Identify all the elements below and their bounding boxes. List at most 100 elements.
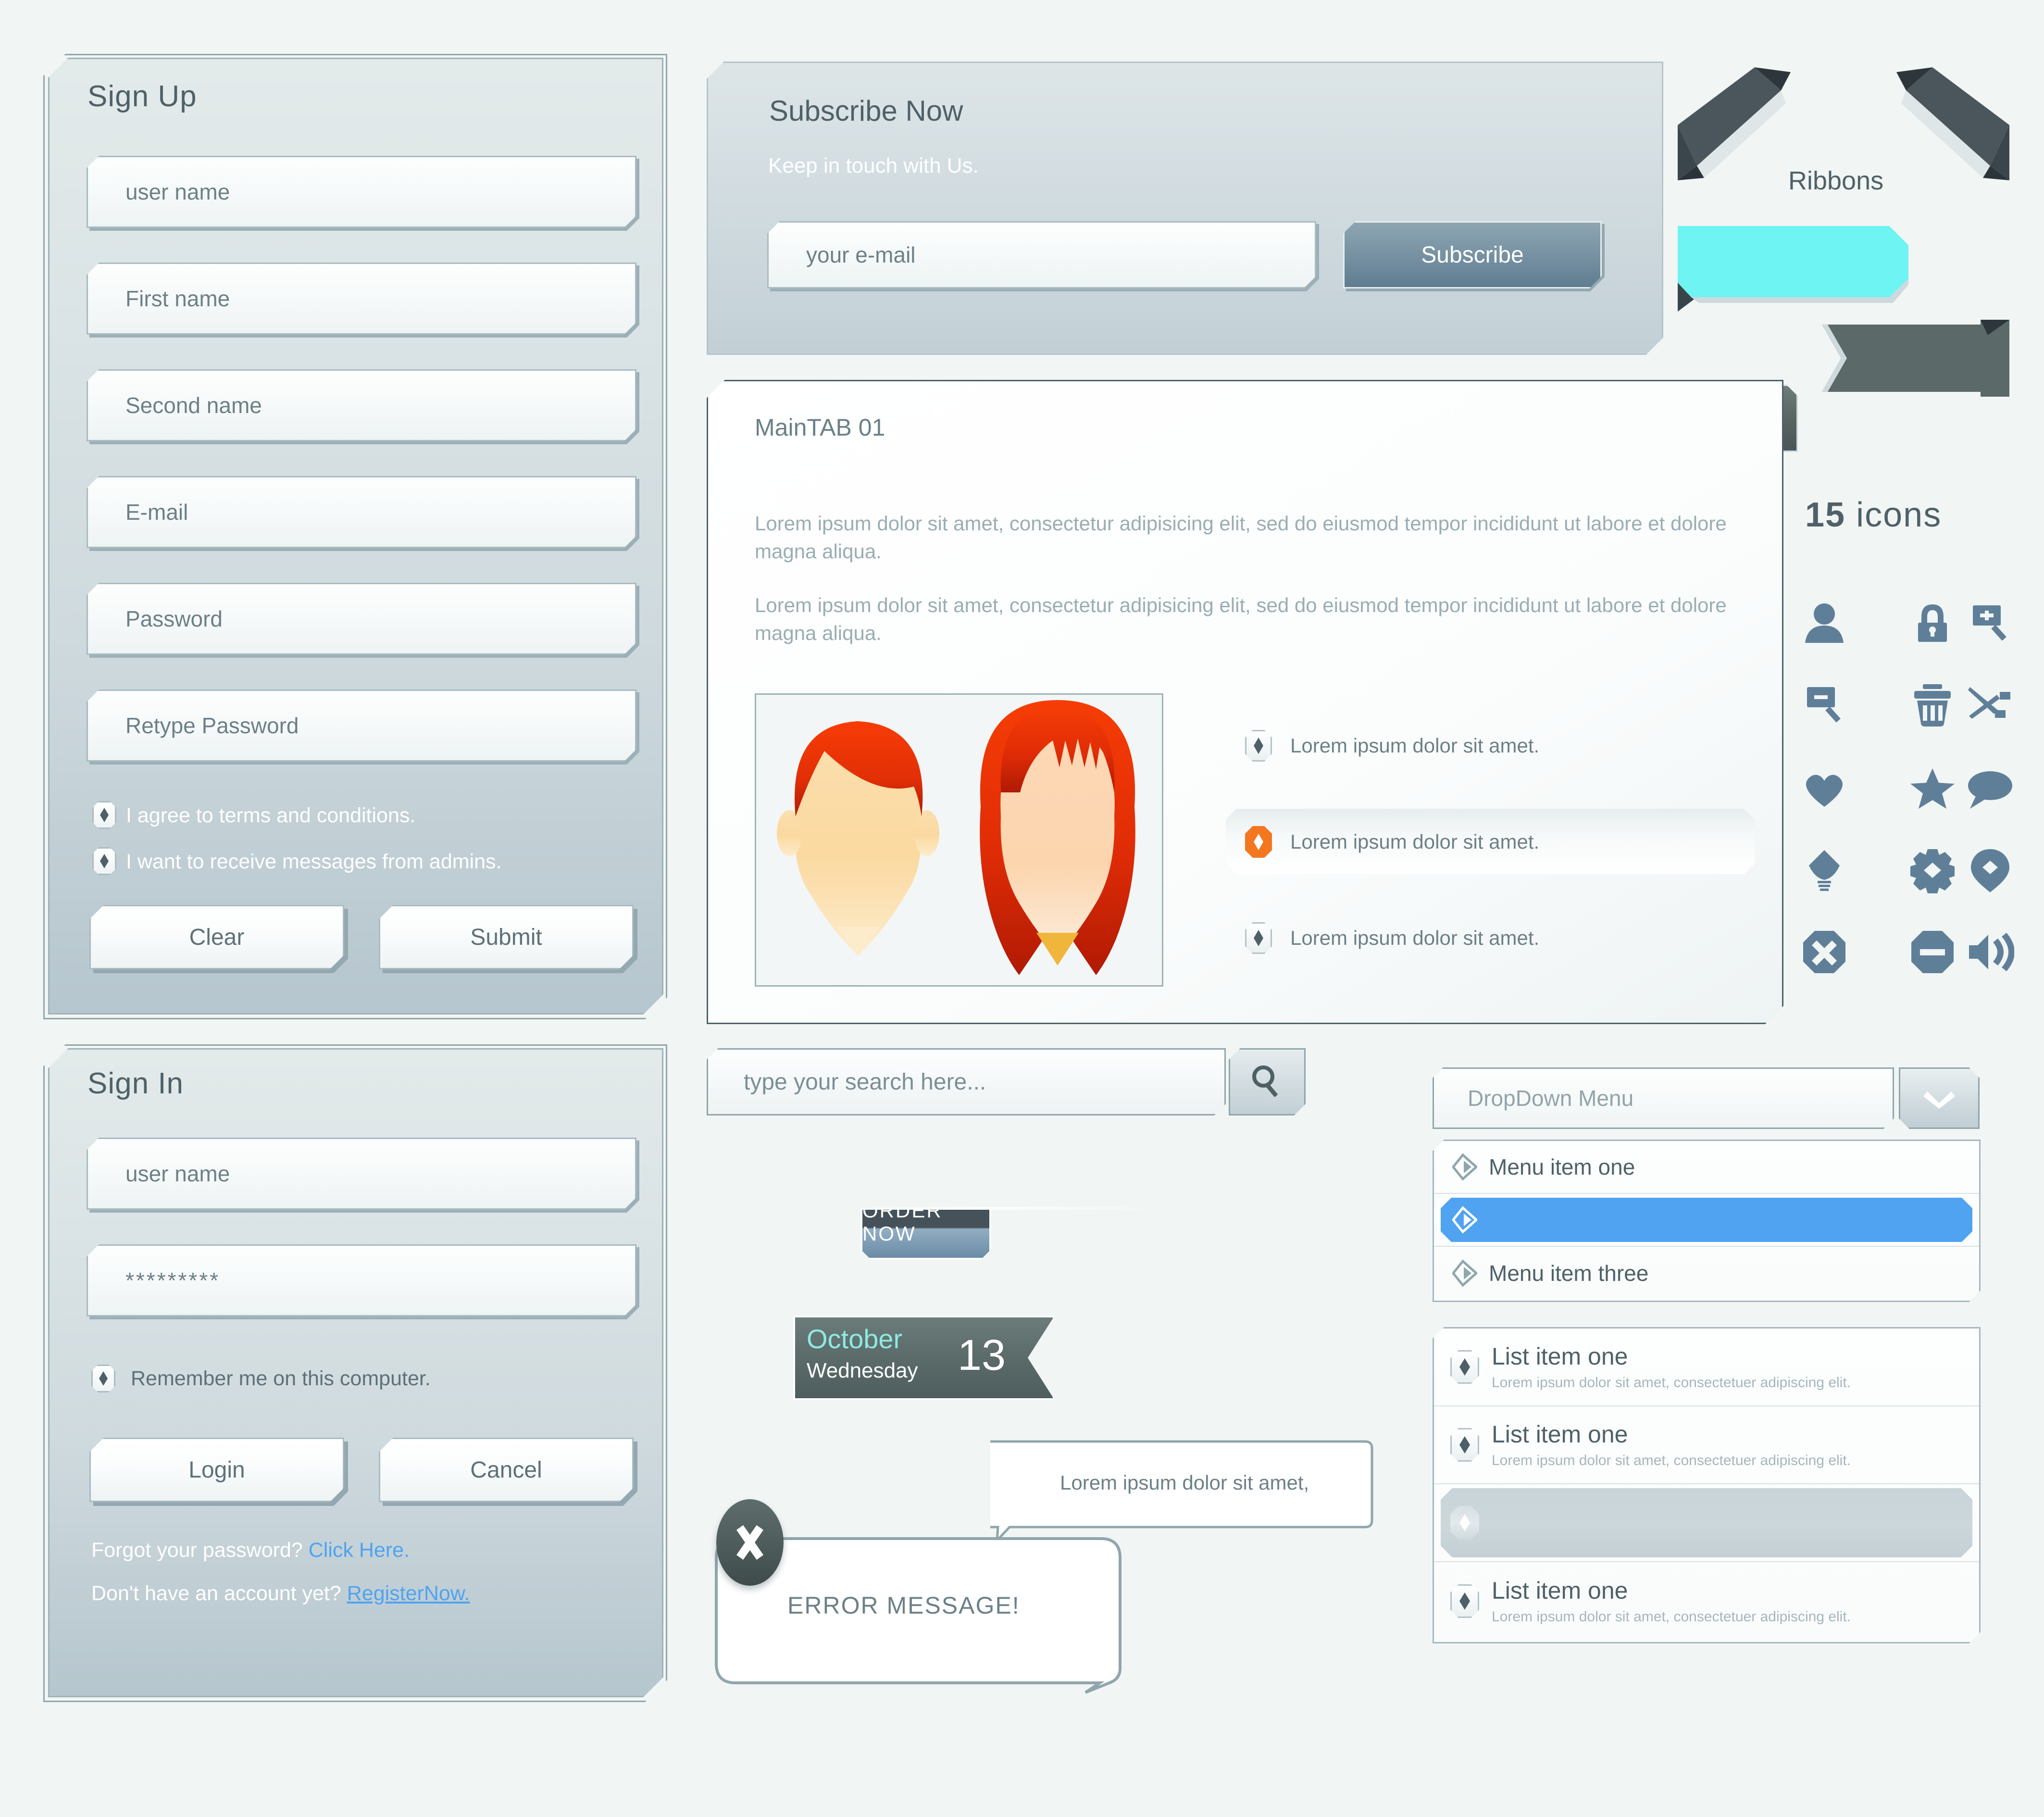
ribbon-gray-arrow — [1822, 320, 2009, 397]
list-item[interactable]: List item one Lorem ipsum dolor sit amet… — [1434, 1328, 1979, 1406]
bullet-diamond-icon — [1245, 730, 1272, 762]
tab-bullet-row-1[interactable]: Lorem ipsum dolor sit amet. — [1245, 730, 1539, 762]
search-button[interactable] — [1229, 1048, 1306, 1115]
minus-icon[interactable] — [1906, 926, 1959, 978]
login-button[interactable]: Login — [89, 1438, 344, 1502]
search-icon — [1248, 1063, 1286, 1101]
search-placeholder: type your search here... — [744, 1069, 986, 1095]
checkbox-diamond-icon — [100, 854, 109, 868]
dropdown-item-one[interactable]: Menu item one — [1434, 1141, 1979, 1194]
date-day-number: 13 — [958, 1331, 1006, 1379]
checkbox-diamond-icon — [99, 1371, 108, 1386]
signup-password-input[interactable]: Password — [87, 583, 636, 655]
signin-password-input[interactable]: ********* — [87, 1244, 636, 1316]
order-now-button[interactable]: ORDER NOW — [860, 1208, 991, 1260]
error-close-button[interactable] — [716, 1499, 784, 1586]
signup-messages-label: I want to receive messages from admins. — [126, 850, 502, 873]
close-icon — [736, 1525, 763, 1560]
forgot-password-row: Forgot your password? Click Here. — [91, 1539, 410, 1562]
close-x-icon[interactable] — [1798, 926, 1851, 978]
list-item-title: List item one — [1492, 1342, 1628, 1370]
tab-bullet-label: Lorem ipsum dolor sit amet. — [1290, 927, 1540, 949]
chevron-down-icon — [1923, 1088, 1955, 1109]
zoom-out-icon[interactable] — [1798, 678, 1851, 731]
cancel-button[interactable]: Cancel — [379, 1438, 634, 1502]
signin-username-input[interactable]: user name — [87, 1138, 636, 1210]
icons-word: icons — [1856, 496, 1942, 534]
dropdown-item-label: Menu item one — [1489, 1154, 1635, 1179]
search-input[interactable]: type your search here... — [707, 1048, 1226, 1115]
avatar-female — [980, 700, 1135, 975]
subscribe-title: Subscribe Now — [769, 95, 963, 127]
signin-remember-label: Remember me on this computer. — [131, 1367, 431, 1390]
list-item-subtitle: Lorem ipsum dolor sit amet, consectetuer… — [1492, 1374, 1851, 1391]
signup-firstname-input[interactable]: First name — [87, 263, 636, 335]
submit-button[interactable]: Submit — [379, 905, 634, 969]
signup-email-input[interactable]: E-mail — [87, 476, 636, 548]
subscribe-subtitle: Keep in touch with Us. — [768, 154, 979, 177]
clear-button[interactable]: Clear — [89, 905, 344, 969]
register-row: Don't have an account yet? RegisterNow. — [91, 1582, 470, 1605]
lightbulb-icon[interactable] — [1798, 844, 1851, 897]
checkbox-diamond-icon — [100, 808, 109, 822]
signup-title: Sign Up — [87, 80, 197, 113]
volume-icon[interactable] — [1964, 926, 2017, 978]
signin-title: Sign In — [87, 1067, 184, 1100]
list-selection-highlight — [1441, 1488, 1972, 1557]
signup-terms-checkbox[interactable] — [92, 801, 116, 829]
avatar-male — [777, 721, 939, 956]
list-item[interactable]: List item one Lorem ipsum dolor sit amet… — [1434, 1562, 1979, 1640]
zoom-in-icon[interactable] — [1964, 596, 2017, 649]
dropdown-selection-highlight — [1441, 1198, 1972, 1242]
tab-paragraph-1: Lorem ipsum dolor sit amet, consectetur … — [755, 512, 1727, 563]
dropdown-toggle-button[interactable] — [1899, 1067, 1980, 1129]
subscribe-button[interactable]: Subscribe — [1343, 221, 1602, 288]
location-pin-icon[interactable] — [1964, 844, 2017, 897]
tab-bullet-row-3[interactable]: Lorem ipsum dolor sit amet. — [1245, 922, 1539, 954]
list-item-title: List item one — [1492, 1420, 1628, 1448]
date-month: October — [807, 1324, 903, 1354]
scissors-icon[interactable] — [1964, 678, 2017, 731]
lock-icon[interactable] — [1906, 596, 1959, 649]
dropdown-item-label: Menu item three — [1489, 1261, 1649, 1286]
tab-bullet-label: Lorem ipsum dolor sit amet. — [1290, 734, 1540, 757]
arrow-right-diamond-icon — [1452, 1259, 1477, 1287]
forgot-password-text: Forgot your password? — [91, 1539, 303, 1562]
gear-icon[interactable] — [1906, 844, 1959, 897]
list-item-subtitle: Lorem ipsum dolor sit amet, consectetuer… — [1492, 1608, 1851, 1625]
signup-username-input[interactable]: user name — [87, 156, 636, 228]
heart-icon[interactable] — [1798, 762, 1851, 815]
list-item[interactable]: List item one Lorem ipsum dolor sit amet… — [1434, 1406, 1979, 1484]
signin-remember-checkbox[interactable] — [91, 1365, 115, 1392]
bullet-diamond-icon — [1245, 922, 1272, 954]
signup-retype-password-input[interactable]: Retype Password — [87, 689, 636, 762]
list-item-subtitle: Lorem ipsum dolor sit amet, consectetuer… — [1492, 1452, 1851, 1468]
signup-secondname-input[interactable]: Second name — [87, 369, 636, 441]
dropdown-item-three[interactable]: Menu item three — [1434, 1247, 1979, 1300]
tab-paragraph-2: Lorem ipsum dolor sit amet, consectetur … — [755, 594, 1727, 644]
tab-active-label[interactable]: MainTAB 01 — [755, 414, 885, 441]
list-item-selected[interactable] — [1434, 1484, 1979, 1562]
error-message-text: ERROR MESSAGE! — [787, 1592, 1020, 1619]
bullet-diamond-icon-active — [1245, 826, 1272, 858]
list-bullet-diamond-icon-selected — [1450, 1506, 1479, 1540]
dropdown-item-selected[interactable] — [1434, 1194, 1979, 1247]
icons-section-title: 15 icons — [1805, 495, 1942, 535]
star-icon[interactable] — [1906, 762, 1959, 815]
list-bullet-diamond-icon — [1450, 1428, 1479, 1462]
speech-bubble-icon[interactable] — [1964, 762, 2017, 815]
icons-count: 15 — [1805, 496, 1846, 534]
signup-messages-checkbox[interactable] — [92, 847, 116, 875]
tab-bullet-label: Lorem ipsum dolor sit amet. — [1290, 830, 1540, 853]
list-bullet-diamond-icon — [1450, 1584, 1479, 1618]
subscribe-email-input[interactable]: your e-mail — [767, 221, 1316, 288]
dropdown-field[interactable]: DropDown Menu — [1433, 1067, 1894, 1129]
tab-bullet-row-2[interactable]: Lorem ipsum dolor sit amet. — [1245, 826, 1539, 858]
register-now-link[interactable]: RegisterNow. — [347, 1582, 470, 1605]
register-text: Don't have an account yet? — [91, 1582, 341, 1605]
list-panel: List item one Lorem ipsum dolor sit amet… — [1433, 1327, 1981, 1643]
ui-kit-canvas: Sign Up user name First name Second name… — [0, 0, 2044, 1817]
user-icon[interactable] — [1798, 596, 1851, 649]
trash-icon[interactable] — [1906, 678, 1959, 731]
forgot-password-link[interactable]: Click Here. — [309, 1539, 410, 1562]
